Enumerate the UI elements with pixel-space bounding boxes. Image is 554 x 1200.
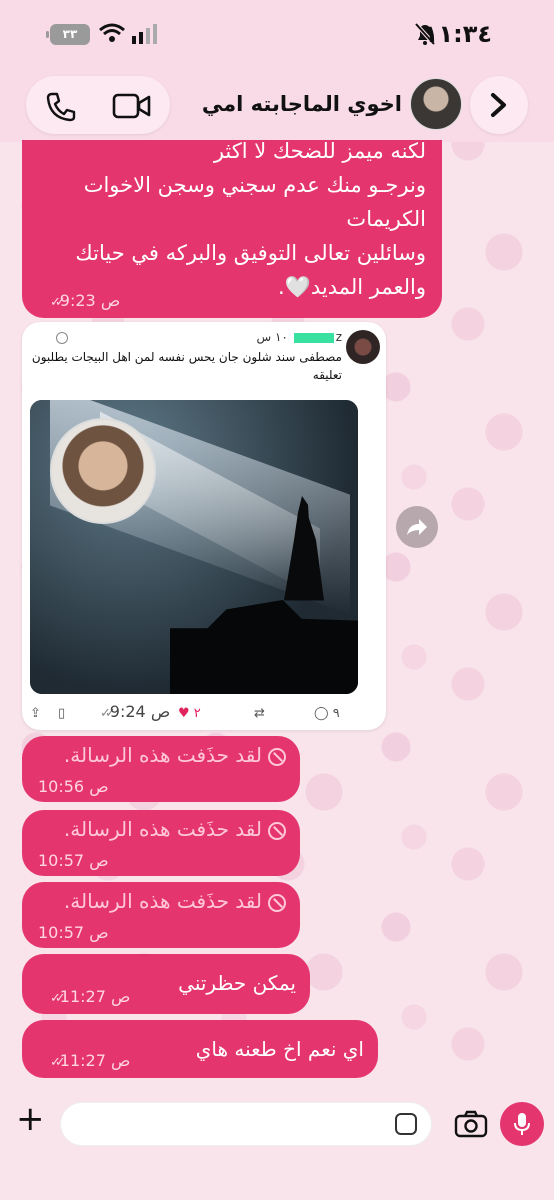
tweet-time-ago: ١٠ س [256,330,288,344]
ban-icon [268,893,286,912]
message-text: يمكن حظرتني [178,971,296,995]
message-time: 11:27 ص [59,987,131,1006]
deleted-message[interactable]: لقد حذَفت هذه الرسالة. 10:56 ص [22,736,300,802]
message-bubble[interactable]: يمكن حظرتني ✓✓11:27 ص [22,954,310,1014]
read-receipt-icon: ✓✓ [100,706,116,721]
tweet-username: z [335,330,342,344]
bat-signal-face [50,418,156,524]
contact-avatar[interactable] [410,78,462,130]
back-button[interactable] [470,76,528,134]
like-count: ♥ ٢ [178,706,201,721]
tweet-like-count: ٢ [193,706,201,721]
phone-call-icon[interactable] [44,90,78,124]
ban-icon [268,747,286,766]
message-meta: ✓✓9:23 ص [44,291,120,310]
deleted-message[interactable]: لقد حذَفت هذه الرسالة. 10:57 ص [22,810,300,876]
tweet-user: z ١٠ س [257,330,343,344]
deleted-label: لقد حذَفت هذه الرسالة. [63,889,262,913]
composer-bar: + [0,1092,554,1200]
message-text: لكنه ميمز للضحك لا اكثر ونرجـو منك عدم س… [75,139,426,299]
deleted-label: لقد حذَفت هذه الرسالة. [63,817,262,841]
message-meta: ✓✓9:24 ص [94,702,170,721]
read-receipt-icon: ✓✓ [50,991,66,1006]
message-bubble[interactable]: لكنه ميمز للضحك لا اكثر ونرجـو منك عدم س… [22,139,442,318]
forward-icon [407,519,427,535]
message-time: 10:57 ص [38,923,109,942]
contact-name[interactable]: اخوي الماجابته امي [202,92,402,116]
message-meta: ✓✓11:27 ص [44,1051,130,1070]
tweet-screenshot-message[interactable]: z ١٠ س مصطفى سند شلون جان يحس نفسه لمن ا… [22,322,386,730]
signal-icon [132,24,157,44]
wifi-icon [99,23,125,42]
retweet-icon: ⇄ [254,706,265,721]
deleted-message[interactable]: لقد حذَفت هذه الرسالة. 10:57 ص [22,882,300,948]
message-time: 11:27 ص [59,1051,131,1070]
read-receipt-icon: ✓✓ [50,295,66,310]
grok-icon [56,332,68,344]
battery-indicator: ٣٣ [46,24,90,45]
deleted-message-text: لقد حذَفت هذه الرسالة. [64,816,286,842]
message-time: 10:57 ص [38,851,109,870]
message-time: 9:24 ص [109,702,171,721]
message-meta: ✓✓11:27 ص [44,987,130,1006]
tweet-actions: ⇪ ▯ ♥ ٢ ⇄ ◯ ٩ [22,706,386,726]
camera-icon[interactable] [454,1110,488,1138]
plus-icon[interactable]: + [16,1102,45,1136]
tweet-avatar [346,330,380,364]
status-bar: ٣٣ ١١:٣٤ [0,0,554,70]
bookmark-icon: ▯ [58,706,66,721]
message-input[interactable] [60,1102,432,1146]
call-actions [26,76,170,134]
message-bubble[interactable]: اي نعم اخ طعنه هاي ✓✓11:27 ص [22,1020,378,1078]
reply-count: ◯ ٩ [314,706,340,721]
tweet-text: مصطفى سند شلون جان يحس نفسه لمن اهل البي… [31,350,342,382]
clock: ١١:٣٤ [423,20,492,48]
tweet-image [30,400,358,694]
message-time: 10:56 ص [38,777,109,796]
tweet-reply-count: ٩ [332,706,340,721]
message-time: 9:23 ص [59,291,121,310]
deleted-message-text: لقد حذَفت هذه الرسالة. [64,888,286,914]
chat-header: اخوي الماجابته امي [0,70,554,142]
sticker-icon[interactable] [395,1113,417,1135]
forward-button[interactable] [396,506,438,548]
video-call-icon[interactable] [112,92,152,120]
microphone-button[interactable] [500,1102,544,1146]
chevron-right-icon [491,93,506,117]
deleted-message-text: لقد حذَفت هذه الرسالة. [64,742,286,768]
share-icon: ⇪ [30,706,41,721]
ban-icon [268,821,286,840]
microphone-icon [514,1113,530,1135]
deleted-label: لقد حذَفت هذه الرسالة. [63,743,262,767]
message-text: اي نعم اخ طعنه هاي [195,1037,364,1061]
read-receipt-icon: ✓✓ [50,1055,66,1070]
